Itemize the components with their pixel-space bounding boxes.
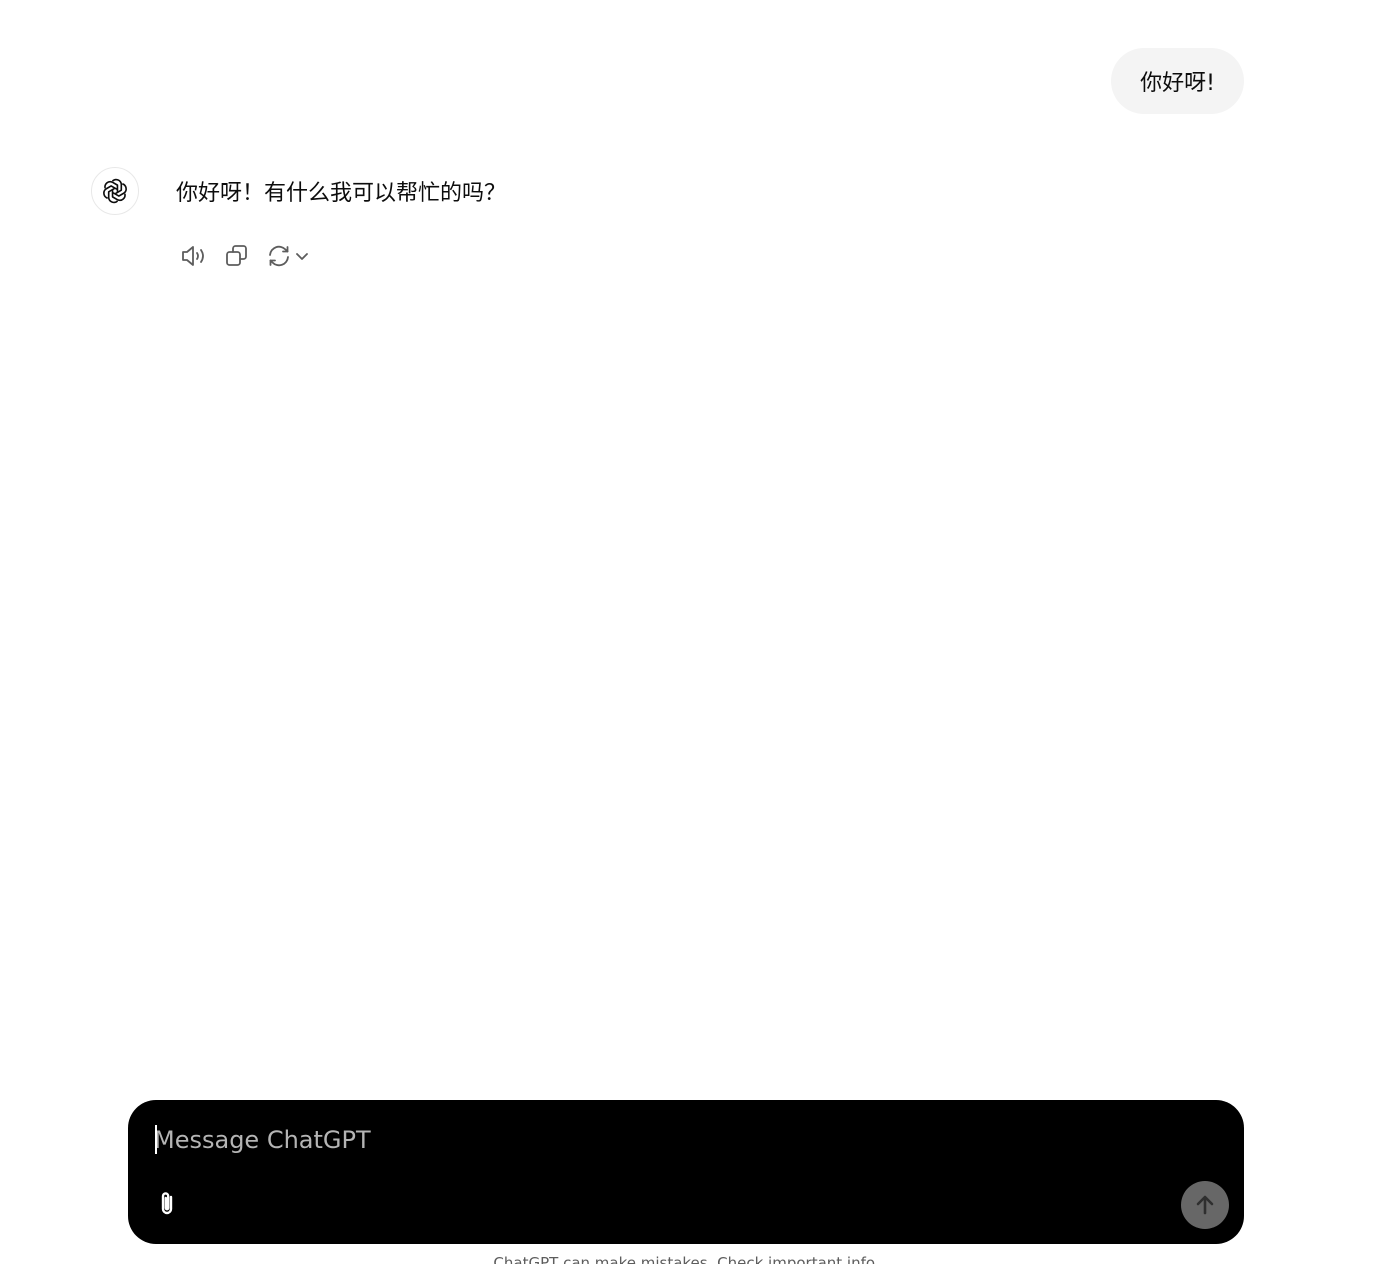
arrow-up-icon [1196,1195,1214,1215]
disclaimer-text: ChatGPT can make mistakes. Check importa… [493,1254,880,1264]
read-aloud-button[interactable] [176,240,210,272]
user-message-text: 你好呀! [1140,71,1215,96]
assistant-avatar [91,167,139,215]
message-composer [128,1100,1244,1244]
refresh-icon [269,245,289,267]
message-actions [176,240,312,272]
chevron-down-icon [296,253,308,260]
regenerate-button[interactable] [264,240,312,272]
copy-button[interactable] [220,240,254,272]
paperclip-icon [161,1192,173,1215]
message-input[interactable] [154,1120,1154,1160]
text-caret [155,1125,157,1154]
copy-icon [226,245,247,266]
send-button[interactable] [1181,1181,1229,1229]
assistant-message-text: 你好呀！有什么我可以帮忙的吗？ [176,181,507,206]
chat-page: 你好呀! 你好呀！有什么我可以帮忙的吗？ Message ChatGPT Cha… [0,0,1373,1264]
openai-logo-icon [103,178,127,204]
attach-file-button[interactable] [150,1186,186,1222]
user-message-bubble: 你好呀! [1111,48,1244,114]
speaker-icon [182,246,204,266]
